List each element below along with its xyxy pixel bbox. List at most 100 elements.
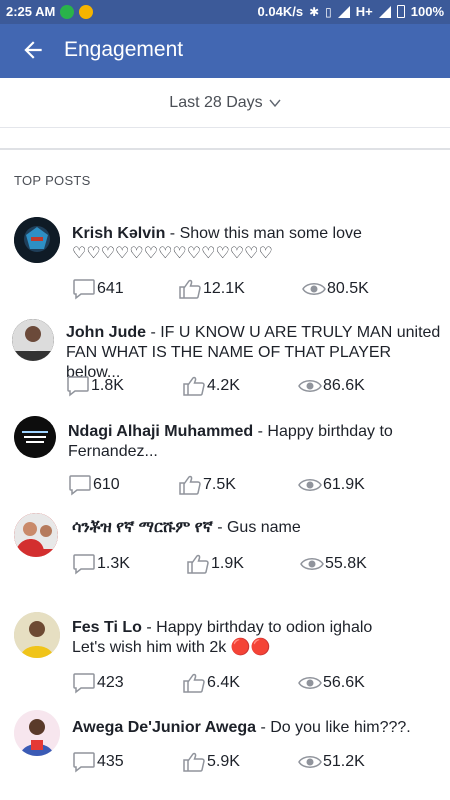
like-icon xyxy=(179,279,201,299)
views-count: 80.5K xyxy=(327,280,369,297)
like-icon xyxy=(179,475,201,495)
post-metrics: 435 5.9K 51.2K xyxy=(0,751,450,775)
views-metric: 51.2K xyxy=(298,751,365,773)
comments-count: 1.3K xyxy=(97,555,130,572)
views-metric: 80.5K xyxy=(302,278,369,300)
likes-metric: 1.9K xyxy=(186,553,244,575)
views-count: 86.6K xyxy=(323,377,365,394)
post-text: ሳንቾዝ የኛ ማርሹም የኛ - Gus name xyxy=(72,518,442,538)
arrow-left-icon[interactable] xyxy=(20,37,46,63)
avatar xyxy=(14,612,60,658)
post-message-line2: Fernandez... xyxy=(68,443,158,460)
eye-icon xyxy=(302,283,326,295)
comment-icon xyxy=(73,752,95,773)
comments-count: 610 xyxy=(93,476,120,493)
comments-count: 1.8K xyxy=(91,377,124,394)
notification-icon xyxy=(79,4,94,19)
post-metrics: 423 6.4K 56.6K xyxy=(0,672,450,696)
comments-count: 423 xyxy=(97,674,124,691)
eye-icon xyxy=(298,479,322,491)
comment-icon xyxy=(67,376,89,397)
eye-icon xyxy=(298,677,322,689)
comment-icon xyxy=(73,673,95,694)
views-metric: 86.6K xyxy=(298,375,365,397)
signal-icon-2 xyxy=(378,5,391,18)
post-text: Ndagi Alhaji Muhammed - Happy birthday t… xyxy=(68,422,443,462)
section-title: TOP POSTS xyxy=(14,173,91,188)
eye-icon xyxy=(298,380,322,392)
post-message: - Happy birthday to xyxy=(253,423,393,440)
likes-metric: 6.4K xyxy=(182,672,240,694)
comments-metric: 1.8K xyxy=(66,375,124,397)
date-range-label: Last 28 Days xyxy=(169,93,263,111)
post-author: Fes Ti Lo xyxy=(72,619,142,636)
views-metric: 55.8K xyxy=(300,553,367,575)
likes-metric: 4.2K xyxy=(182,375,240,397)
post-message: - IF U KNOW U ARE TRULY MAN united xyxy=(146,324,441,341)
comment-icon xyxy=(69,475,91,496)
vibrate-icon: ▯ xyxy=(325,4,332,19)
battery-icon xyxy=(396,5,405,18)
avatar xyxy=(14,513,58,557)
post-message-line2: Let's wish him with 2k 🔴🔴 xyxy=(72,639,271,656)
comment-icon xyxy=(73,279,95,300)
date-range-selector[interactable]: Last 28 Days xyxy=(0,78,450,128)
avatar xyxy=(12,319,54,361)
section-divider xyxy=(0,148,450,150)
likes-count: 7.5K xyxy=(203,476,236,493)
likes-metric: 5.9K xyxy=(182,751,240,773)
eye-icon xyxy=(300,558,324,570)
post-metrics: 641 12.1K 80.5K xyxy=(0,278,450,302)
network-type: H+ xyxy=(355,4,373,19)
chevron-down-icon xyxy=(269,99,281,107)
likes-count: 1.9K xyxy=(211,555,244,572)
page-title: Engagement xyxy=(64,38,184,61)
signal-icon xyxy=(337,5,350,18)
post-author: Awega De'Junior Awega xyxy=(72,719,257,736)
like-icon xyxy=(183,376,205,396)
post-author: Ndagi Alhaji Muhammed xyxy=(68,423,254,440)
views-metric: 56.6K xyxy=(298,672,365,694)
eye-icon xyxy=(298,756,322,768)
like-icon xyxy=(183,752,205,772)
post-author: John Jude xyxy=(66,324,147,341)
avatar xyxy=(14,416,56,458)
post-message-line2: ♡♡♡♡♡♡♡♡♡♡♡♡♡♡ xyxy=(72,245,273,262)
post-text: Awega De'Junior Awega - Do you like him?… xyxy=(72,718,442,738)
post-message: - Happy birthday to odion ighalo xyxy=(141,619,373,636)
status-bar: 2:25 AM 0.04K/s ✱ ▯ H+ 100% xyxy=(0,0,450,24)
post-message: - Do you like him???. xyxy=(256,719,411,736)
status-time: 2:25 AM xyxy=(6,4,56,19)
comments-metric: 1.3K xyxy=(72,553,130,575)
post-metrics: 1.8K 4.2K 86.6K xyxy=(0,375,450,399)
net-speed: 0.04K/s xyxy=(257,4,304,19)
post-text: John Jude - IF U KNOW U ARE TRULY MAN un… xyxy=(66,323,446,383)
post-author: Krish Kəlvin xyxy=(72,225,166,242)
post-message: - Gus name xyxy=(212,519,301,536)
like-icon xyxy=(187,554,209,574)
views-count: 61.9K xyxy=(323,476,365,493)
post-author: ሳንቾዝ የኛ ማርሹም የኛ xyxy=(72,519,213,536)
comments-metric: 641 xyxy=(72,278,124,300)
comments-metric: 423 xyxy=(72,672,124,694)
whatsapp-icon xyxy=(60,4,75,19)
comments-count: 641 xyxy=(97,280,124,297)
comments-metric: 435 xyxy=(72,751,124,773)
battery-level: 100% xyxy=(410,4,444,19)
post-metrics: 610 7.5K 61.9K xyxy=(0,474,450,498)
likes-count: 12.1K xyxy=(203,280,245,297)
views-count: 55.8K xyxy=(325,555,367,572)
like-icon xyxy=(183,673,205,693)
views-count: 51.2K xyxy=(323,753,365,770)
bluetooth-icon: ✱ xyxy=(309,4,320,19)
likes-count: 6.4K xyxy=(207,674,240,691)
post-text: Krish Kəlvin - Show this man some love ♡… xyxy=(72,224,442,264)
post-message: - Show this man some love xyxy=(165,225,362,242)
views-metric: 61.9K xyxy=(298,474,365,496)
avatar xyxy=(14,710,60,756)
likes-count: 5.9K xyxy=(207,753,240,770)
post-metrics: 1.3K 1.9K 55.8K xyxy=(0,553,450,577)
comments-count: 435 xyxy=(97,753,124,770)
post-text: Fes Ti Lo - Happy birthday to odion igha… xyxy=(72,618,442,658)
comment-icon xyxy=(73,554,95,575)
